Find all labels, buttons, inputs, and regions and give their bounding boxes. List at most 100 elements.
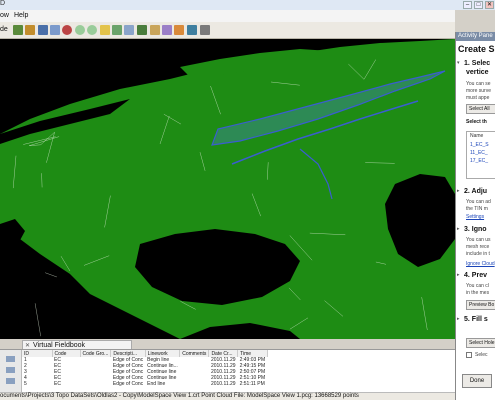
fieldbook-table: ID Code Code Gro... Descripti... Linewor… bbox=[22, 350, 269, 387]
collapse-icon[interactable]: ▸ bbox=[457, 188, 460, 194]
grid-icon[interactable] bbox=[50, 25, 60, 35]
col-code[interactable]: Code bbox=[52, 350, 81, 357]
select-label: Select th bbox=[466, 119, 487, 125]
list-item[interactable]: 1_EC_S bbox=[470, 142, 489, 148]
tin-icon[interactable] bbox=[13, 25, 23, 35]
step-3-text-1: You can us bbox=[466, 237, 491, 243]
close-window-button[interactable]: ✕ bbox=[485, 1, 494, 9]
measure-icon[interactable] bbox=[150, 25, 160, 35]
table-icon[interactable] bbox=[6, 356, 15, 362]
view-icon[interactable] bbox=[200, 25, 210, 35]
status-bar: ocuments\Projects\3 Topo DataSets\Oldlas… bbox=[0, 392, 455, 400]
step-1-text-3: must appe bbox=[466, 95, 490, 101]
step-5-label: Fill s bbox=[471, 316, 488, 323]
zoom-previous-icon[interactable] bbox=[137, 25, 147, 35]
window-titlebar: D – □ ✕ bbox=[0, 0, 495, 10]
table-cell: End line bbox=[147, 381, 166, 387]
activity-pane-header: Activity Pane bbox=[456, 32, 495, 41]
activity-pane: Activity Pane Create Si ▾ 1. Selec verti… bbox=[455, 32, 495, 400]
col-id[interactable]: ID bbox=[22, 350, 53, 357]
step-2-text-2: the TIN m bbox=[466, 206, 488, 212]
fieldbook-panel: ID Code Code Gro... Descripti... Linewor… bbox=[0, 349, 455, 392]
table-cell: EC bbox=[54, 381, 61, 387]
preview-button[interactable]: Preview Bo bbox=[466, 300, 495, 310]
model-viewport[interactable] bbox=[0, 39, 455, 339]
ignore-cloud-link[interactable]: Ignore Cloud bbox=[466, 261, 495, 267]
col-comments[interactable]: Comments bbox=[179, 350, 210, 357]
toolbar-partial-label: de bbox=[0, 26, 8, 33]
collapse-icon[interactable]: ▸ bbox=[457, 272, 460, 278]
rotate-icon[interactable] bbox=[187, 25, 197, 35]
table-cell: 5 bbox=[24, 381, 27, 387]
status-text: ocuments\Projects\3 Topo DataSets\Oldlas… bbox=[0, 393, 359, 399]
step-1-number: 1. bbox=[464, 60, 470, 67]
zoom-window-icon[interactable] bbox=[124, 25, 134, 35]
table-cell: Edge of Conc bbox=[112, 381, 144, 387]
menu-window[interactable]: ow bbox=[0, 12, 9, 19]
step-5-number: 5. bbox=[464, 316, 470, 323]
step-1-label: Selec bbox=[471, 60, 491, 67]
step-3-number: 3. bbox=[464, 226, 470, 233]
step-2-label: Adju bbox=[471, 188, 488, 195]
step-4-number: 4. bbox=[464, 272, 470, 279]
activity-title: Create Si bbox=[458, 44, 495, 54]
layer-icon[interactable] bbox=[38, 25, 48, 35]
menu-help[interactable]: Help bbox=[14, 12, 28, 19]
step-1-text-1: You can se bbox=[466, 81, 491, 87]
fieldbook-sidebar bbox=[0, 350, 22, 392]
step-4-label: Prev bbox=[471, 272, 487, 279]
surface-list[interactable]: Name 1_EC_S 11_EC_ 17_EC_ bbox=[466, 131, 495, 179]
table-row[interactable]: 5 EC Edge of Conc End line 2010.11.29 2:51:11… bbox=[22, 381, 268, 387]
close-icon[interactable]: ✕ bbox=[25, 342, 30, 349]
zoom-extents-icon[interactable] bbox=[112, 25, 122, 35]
done-button[interactable]: Done bbox=[462, 374, 492, 388]
step-2-text-1: You can ad bbox=[466, 199, 491, 205]
list-item[interactable]: 11_EC_ bbox=[470, 150, 488, 156]
col-linework[interactable]: Linework bbox=[145, 350, 181, 357]
zoom-in-icon[interactable] bbox=[75, 25, 85, 35]
select-icon[interactable] bbox=[174, 25, 184, 35]
settings-link[interactable]: Settings bbox=[466, 214, 484, 220]
step-3-label: Igno bbox=[471, 226, 487, 233]
filter-icon[interactable] bbox=[6, 367, 15, 373]
col-description[interactable]: Descripti... bbox=[110, 350, 146, 357]
zoom-out-icon[interactable] bbox=[87, 25, 97, 35]
select-all-button[interactable]: Select All bbox=[466, 104, 495, 114]
table-cell: 2:51:11 PM bbox=[239, 381, 265, 387]
collapse-icon[interactable]: ▸ bbox=[457, 226, 460, 232]
window-title: D bbox=[0, 0, 6, 7]
step-2-number: 2. bbox=[464, 188, 470, 195]
col-time[interactable]: Time bbox=[237, 350, 269, 357]
col-code-group[interactable]: Code Gro... bbox=[80, 350, 112, 357]
step-1-subtitle: vertice bbox=[466, 69, 489, 76]
table-cell bbox=[180, 381, 209, 387]
maximize-button[interactable]: □ bbox=[474, 1, 483, 9]
step-2-title: 2. Adju bbox=[464, 188, 487, 195]
step-3-text-3: include in t bbox=[466, 251, 490, 257]
list-header-name[interactable]: Name bbox=[470, 133, 483, 139]
menubar: ow Help bbox=[0, 10, 455, 22]
collapse-icon[interactable]: ▸ bbox=[457, 316, 460, 322]
stop-icon[interactable] bbox=[62, 25, 72, 35]
step-4-text-1: You can cl bbox=[466, 283, 489, 289]
toolbar: de bbox=[0, 22, 455, 39]
list-item[interactable]: 17_EC_ bbox=[470, 158, 488, 164]
render-icon[interactable] bbox=[162, 25, 172, 35]
collapse-icon[interactable]: ▾ bbox=[457, 60, 460, 66]
fieldbook-tab-label: Virtual Fieldbook bbox=[33, 342, 86, 349]
export-icon[interactable] bbox=[6, 378, 15, 384]
pointcloud-icon[interactable] bbox=[25, 25, 35, 35]
step-4-title: 4. Prev bbox=[464, 272, 487, 279]
select-checkbox[interactable] bbox=[466, 352, 472, 358]
step-1-text-2: more surve bbox=[466, 88, 492, 94]
pan-icon[interactable] bbox=[100, 25, 110, 35]
step-1-title: 1. Selec bbox=[464, 60, 490, 67]
select-holes-button[interactable]: Select Hole bbox=[466, 338, 495, 348]
activity-pane-header-label: Activity Pane bbox=[458, 33, 493, 39]
minimize-button[interactable]: – bbox=[463, 1, 472, 9]
table-cell: 2010.11.29 bbox=[210, 381, 236, 387]
step-5-title: 5. Fill s bbox=[464, 316, 488, 323]
tin-mesh-canvas[interactable] bbox=[0, 39, 455, 339]
col-date[interactable]: Date Cr... bbox=[208, 350, 239, 357]
table-cell bbox=[80, 381, 111, 387]
